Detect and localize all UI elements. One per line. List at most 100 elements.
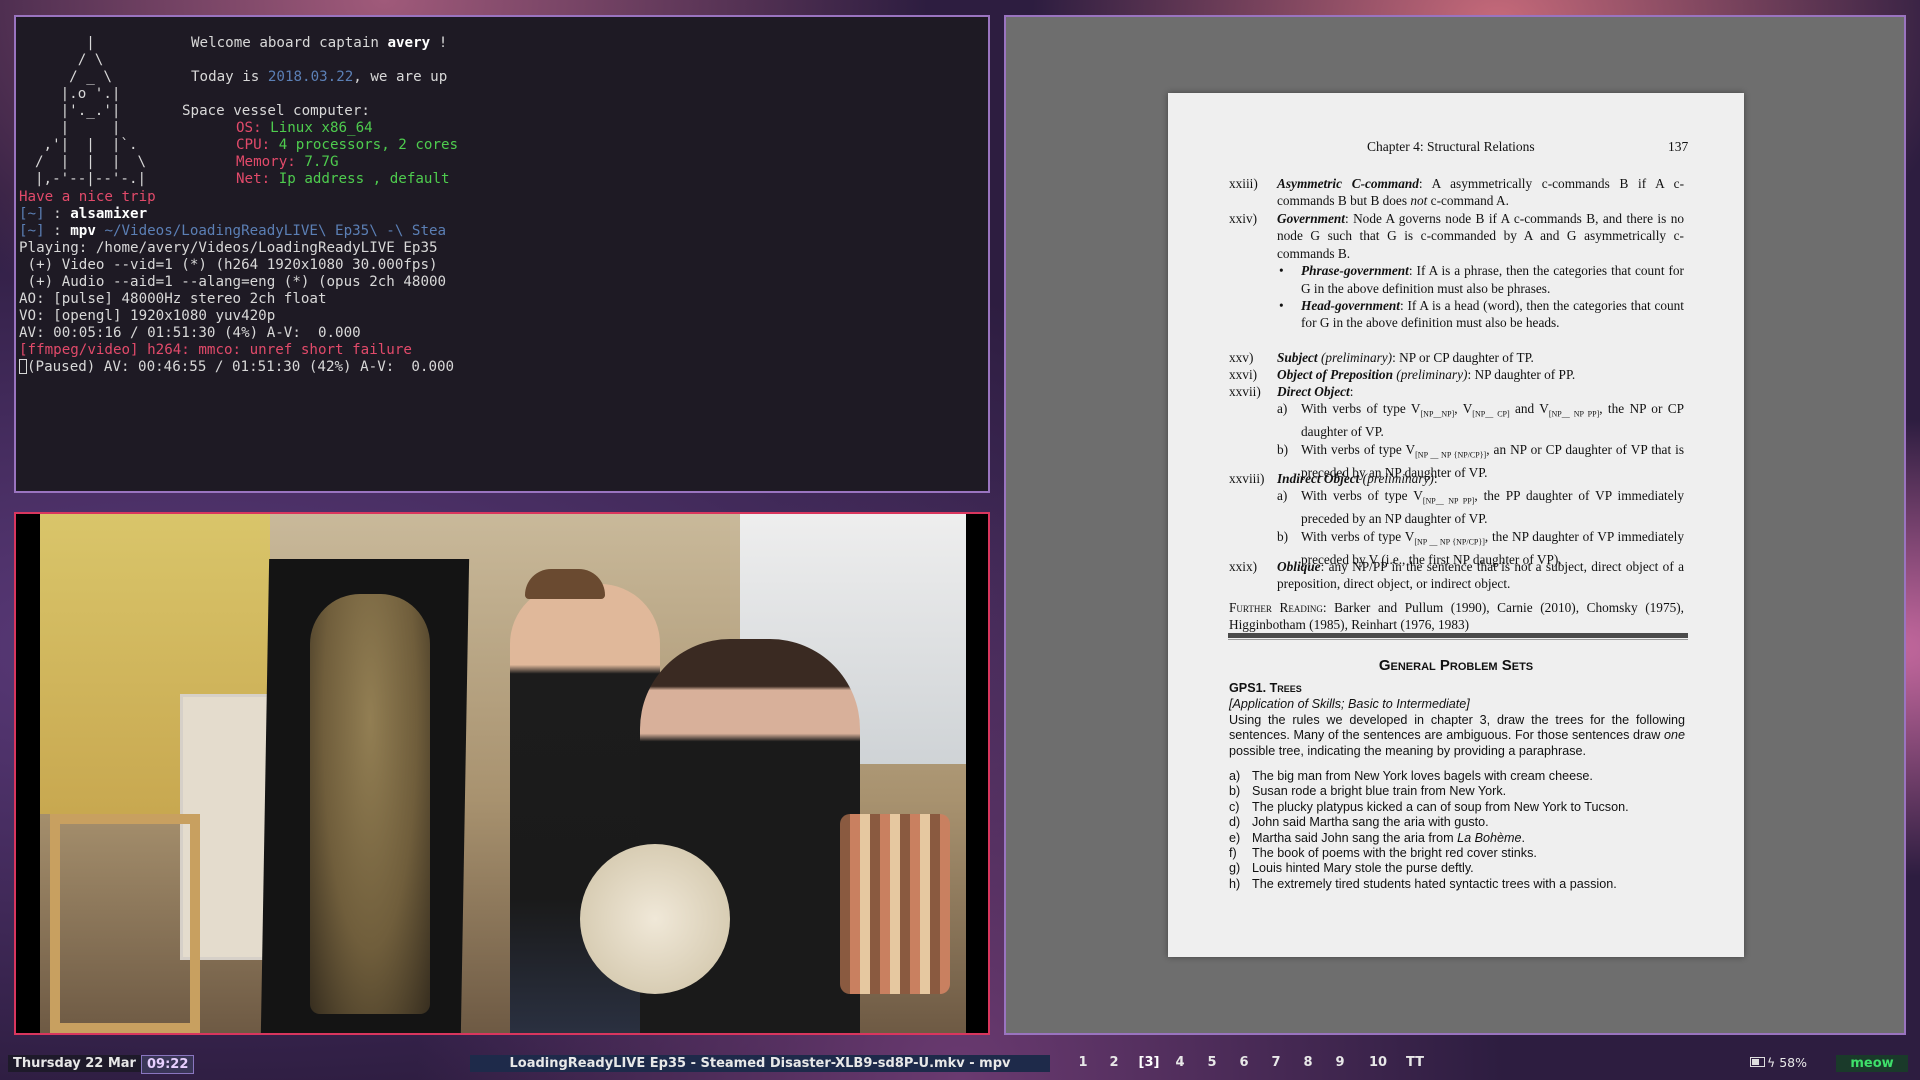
subscript: [NP__NP] [1420,410,1455,420]
sub-item: a) With verbs of type V[NP__ NP PP], the … [1277,487,1684,527]
entry-number: xxviii) [1229,471,1265,486]
page-number: 137 [1668,139,1689,154]
workspace-9[interactable]: 9 [1328,1055,1352,1070]
entry-term: Government [1277,211,1345,226]
os-label: OS: [236,120,262,136]
definition-entry: xxviii) Indirect Object (preliminary): a… [1229,470,1684,568]
hat [525,569,605,599]
today-text: Today is [191,69,268,85]
entry-text: With verbs of type V [1301,488,1423,504]
ascii-art-line: | | [35,120,121,136]
terminal-window[interactable]: | / \ / _ \ |.o '.| |'._.'| | | ,'| | |`… [14,15,990,493]
entry-term: Subject [1277,350,1318,365]
problem-item: c) The plucky platypus kicked a can of so… [1229,800,1685,815]
mpv-video-window[interactable] [14,512,990,1035]
workspace-5[interactable]: 5 [1200,1055,1224,1070]
definition-entry: xxix) Oblique: any NP/PP in the sentence… [1229,558,1684,593]
memory-label: Memory: [236,154,296,170]
cpu-label: CPU: [236,137,271,153]
output-line: VO: [opengl] 1920x1080 yuv420p [19,308,276,324]
entry-text: : [1433,471,1438,486]
status-bar: Thursday 22 Mar 09:22 LoadingReadyLIVE E… [0,1052,1920,1076]
definition-entry: xxvi) Object of Preposition (preliminary… [1229,366,1684,383]
subscript: [NP __ NP {NP/CP}] [1415,450,1487,460]
entry-qualifier: (preliminary) [1317,350,1393,365]
problem-item: h) The extremely tired students hated syn… [1229,877,1685,892]
workspace-6[interactable]: 6 [1232,1055,1256,1070]
prompt-dir: [~] [19,223,54,239]
entry-term: Head-government [1301,298,1400,314]
workspace-4[interactable]: 4 [1168,1055,1192,1070]
workspace-10[interactable]: 10 [1364,1055,1392,1070]
workspace-2[interactable]: 2 [1102,1055,1126,1070]
workspace-7[interactable]: 7 [1264,1055,1288,1070]
focused-window-title[interactable]: LoadingReadyLIVE Ep35 - Steamed Disaster… [470,1055,1050,1072]
problem-sets-title: General Problem Sets [1378,657,1534,674]
bullet-mark: • [1279,298,1284,314]
further-reading: Further Reading: Barker and Pullum (1990… [1229,599,1684,634]
problem-list: a) The big man from New York loves bagels… [1229,769,1685,892]
entry-text: c-command A. [1427,193,1509,209]
problem-item: b) Susan rode a bright blue train from Ne… [1229,784,1685,799]
prompt-line: [~] : mpv ~/Videos/LoadingReadyLIVE\ Ep3… [19,223,988,240]
problem-text: John said Martha sang the aria with gust… [1252,815,1489,830]
entry-text: : any NP/PP in the sentence that is not … [1277,559,1684,592]
battery-status: ϟ 58% [1750,1055,1807,1070]
striped-chair [840,814,950,994]
sub-mark: b) [1277,441,1289,457]
net-value: Ip address , default [270,171,450,187]
entry-number: xxvi) [1229,367,1258,382]
problem-mark: c) [1229,799,1240,814]
brass-rubbing-knight [310,594,430,1014]
problem-item: e) Martha said John sang the aria from La… [1229,831,1685,846]
problem-mark: g) [1229,861,1241,876]
workspace-3-active[interactable]: [3] [1134,1055,1164,1070]
problem-item: g) Louis hinted Mary stole the purse deft… [1229,861,1685,876]
net-label: Net: [236,171,271,187]
problem-text: Louis hinted Mary stole the purse deftly… [1252,861,1474,876]
ascii-art-line: / _ \ [35,69,112,85]
prompt-sep: : [53,206,71,222]
definition-entry: xxv) Subject (preliminary): NP or CP dau… [1229,349,1684,366]
ascii-art-line: |'._.'| [35,103,121,119]
entry-number: xxix) [1229,559,1258,574]
chapter-header: Chapter 4: Structural Relations [1367,139,1535,154]
workspace-1[interactable]: 1 [1071,1055,1095,1070]
workspace-8[interactable]: 8 [1296,1055,1320,1070]
entry-number: xxvii) [1229,384,1261,399]
entry-text: , V [1454,401,1473,417]
problem-mark: a) [1229,769,1241,783]
charging-bolt-icon: ϟ [1767,1055,1780,1070]
layout-indicator[interactable]: TT [1406,1055,1424,1070]
gps1-subtitle: [Application of Skills; Basic to Interme… [1229,697,1470,711]
problem-item: d) John said Martha sang the aria with gu… [1229,815,1685,830]
problem-emphasis: La Bohème [1457,830,1522,845]
entry-text: and V [1509,401,1549,417]
welcome-suffix: ! [430,35,448,51]
pdf-viewer-window[interactable]: Chapter 4: Structural Relations 137 xxii… [1004,15,1906,1035]
pdf-page: Chapter 4: Structural Relations 137 xxii… [1168,93,1744,957]
bullet-item: • Head-government: If A is a head (word),… [1277,297,1684,332]
problem-text: The book of poems with the bright red co… [1252,846,1537,861]
problem-mark: f) [1229,846,1237,861]
paused-status: (Paused) AV: 00:46:55 / 01:51:30 (42%) A… [27,359,455,375]
today-suffix: , we are up [353,69,448,85]
entry-text: : NP daughter of PP. [1467,367,1576,382]
problem-mark: h) [1229,876,1241,891]
section-rule [1228,633,1688,638]
meow-label: meow [1836,1055,1908,1072]
gps1-intro-emphasis: one [1663,728,1685,743]
terminal-cursor [19,359,27,374]
welcome-banner: | / \ / _ \ |.o '.| |'._.'| | | ,'| | |`… [19,35,988,189]
output-line: (+) Video --vid=1 (*) (h264 1920x1080 30… [19,257,438,273]
sub-mark: b) [1277,528,1289,544]
entry-text: With verbs of type V [1301,441,1416,457]
battery-percent: 58% [1779,1055,1808,1070]
ascii-art-line: / | | | \ [35,154,147,170]
entry-term: Oblique [1277,559,1321,574]
problem-text: Susan rode a bright blue train from New … [1252,784,1507,799]
entry-qualifier: (preliminary) [1392,367,1468,382]
definition-entry: xxvii) Direct Object: a) With verbs of ty… [1229,383,1684,481]
ascii-art-line: | [35,35,95,51]
status-date: Thursday 22 Mar [8,1055,141,1072]
